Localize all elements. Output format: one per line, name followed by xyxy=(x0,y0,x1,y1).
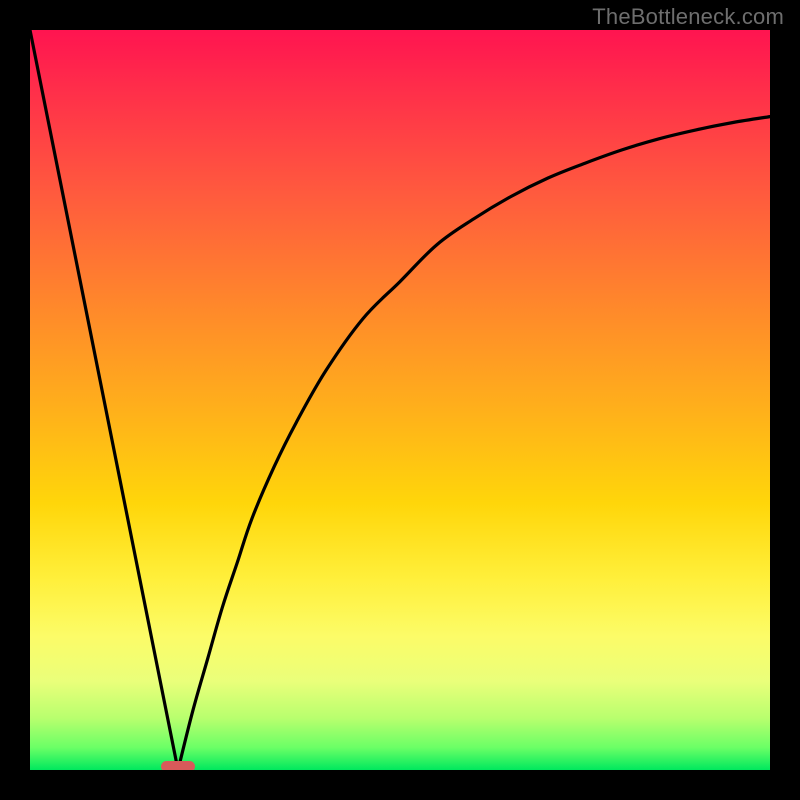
bottleneck-marker xyxy=(161,761,194,770)
plot-area xyxy=(30,30,770,770)
curve-series xyxy=(30,30,770,770)
line-right-branch xyxy=(178,117,770,770)
watermark-text: TheBottleneck.com xyxy=(592,4,784,30)
chart-frame: TheBottleneck.com xyxy=(0,0,800,800)
line-left-branch xyxy=(30,30,178,770)
